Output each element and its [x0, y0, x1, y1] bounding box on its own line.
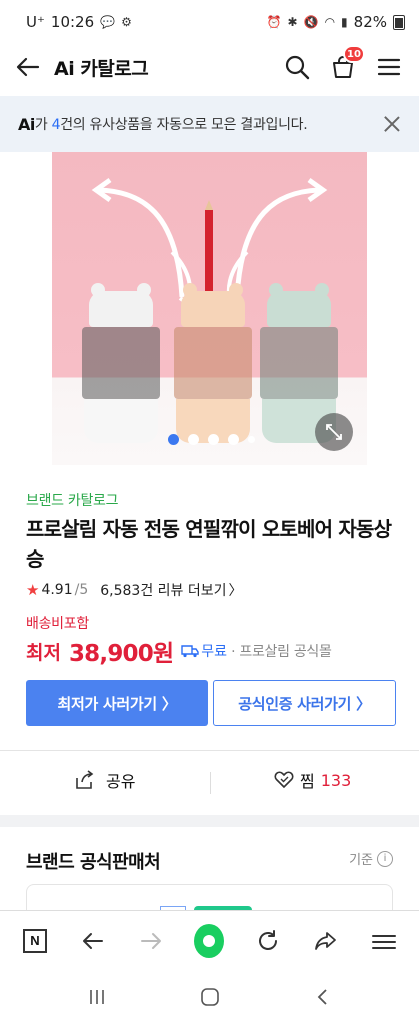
chevron-right-icon: 〉: [228, 583, 243, 599]
carousel-dot[interactable]: [248, 436, 255, 443]
system-nav-bar: [0, 970, 419, 1024]
share-icon: [76, 770, 94, 789]
seller-name: · 프로살림 공식몰: [231, 644, 332, 660]
ai-banner-suffix: 건의 유사상품을 자동으로 모은 결과입니다.: [60, 117, 308, 133]
ai-banner-prefix: 가: [34, 117, 52, 133]
mute-icon: 🔇: [303, 15, 319, 29]
buy-lowest-price-button[interactable]: 최저가 사러가기 〉: [26, 680, 208, 726]
browser-forward-icon[interactable]: [136, 926, 166, 956]
price-label: 최저: [26, 641, 61, 664]
product-title: 프로살림 자동 전동 연필깎이 오토베어 자동상승: [26, 517, 392, 571]
action-separator: [210, 772, 211, 794]
ai-banner-text: 가 4건의 유사상품을 자동으로 모은 결과입니다.: [35, 114, 381, 134]
clock: 10:26: [50, 13, 95, 31]
zzim-count: 133: [320, 770, 352, 790]
zzim-button[interactable]: 찜 133: [274, 768, 351, 792]
browser-share-icon[interactable]: [311, 926, 341, 956]
home-icon[interactable]: [190, 977, 230, 1017]
recent-apps-icon[interactable]: [77, 977, 117, 1017]
criteria-button[interactable]: 기준 i: [349, 849, 393, 868]
expand-icon[interactable]: [315, 413, 353, 451]
alarm-icon: ⏰: [266, 15, 282, 29]
review-link[interactable]: 6,583건 리뷰 더보기: [100, 580, 226, 600]
battery-level: 82%: [353, 13, 387, 31]
rating-value: 4.91: [41, 582, 73, 598]
rating-max: /5: [74, 582, 89, 598]
criteria-label: 기준: [349, 853, 373, 868]
carousel-dot[interactable]: [168, 434, 179, 445]
sharpener-peach: [174, 283, 252, 443]
official-seller-section-title: 브랜드 공식판매처: [26, 852, 161, 873]
info-icon: i: [377, 850, 393, 867]
ai-result-banner: Ai 가 4건의 유사상품을 자동으로 모은 결과입니다.: [0, 96, 419, 152]
ai-banner-count: 4: [51, 117, 61, 133]
nav-back-icon[interactable]: [303, 977, 343, 1017]
status-right: ⏰ ✱ 🔇 ◠ ▮ 82%: [267, 13, 405, 31]
heart-icon: [274, 771, 294, 789]
rating-row: ★ 4.91 /5 6,583건 리뷰 더보기 〉: [26, 580, 243, 600]
browser-back-icon[interactable]: [78, 926, 108, 956]
divider: [0, 750, 419, 751]
share-button[interactable]: 공유: [74, 768, 135, 792]
free-shipping-label: 무료: [201, 644, 228, 660]
browser-menu-icon[interactable]: [369, 926, 399, 956]
cart-count-badge: 10: [343, 45, 365, 63]
carousel-dot[interactable]: [188, 434, 199, 445]
ai-mark: Ai: [18, 114, 35, 134]
cart-button[interactable]: 10: [327, 45, 365, 83]
section-gap: [0, 815, 419, 827]
truck-icon: [181, 645, 199, 658]
naver-n-icon[interactable]: N: [20, 926, 50, 956]
battery-icon: [393, 14, 405, 30]
status-bar: U⁺ 10:26 💬 ⚙ ⏰ ✱ 🔇 ◠ ▮ 82%: [0, 0, 419, 44]
search-icon[interactable]: [281, 51, 313, 83]
sharpener-white: [82, 283, 160, 443]
close-icon[interactable]: [381, 113, 403, 135]
notification-icon: ⚙: [121, 15, 132, 29]
app-header: Ai 카탈로그 10: [0, 44, 419, 90]
carousel-dot[interactable]: [208, 434, 219, 445]
browser-toolbar: N: [0, 910, 419, 970]
share-label: 공유: [106, 772, 136, 791]
status-left: U⁺ 10:26 💬 ⚙: [26, 13, 132, 31]
page-title: Ai 카탈로그: [54, 57, 149, 80]
price-row: 최저 38,900원 무료 · 프로살림 공식몰: [26, 634, 332, 668]
carousel-dots: [168, 434, 255, 445]
menu-icon[interactable]: [373, 51, 405, 83]
shipping-included-label: 배송비포함: [26, 616, 89, 632]
signal-icon: ▮: [341, 15, 348, 29]
carrier-label: U⁺: [26, 13, 45, 31]
back-arrow-icon[interactable]: [14, 53, 42, 81]
wifi-icon: ◠: [324, 15, 336, 29]
price-value: 38,900원: [68, 641, 174, 667]
talk-notification-icon: 💬: [100, 15, 116, 29]
carousel-dot[interactable]: [228, 434, 239, 445]
zzim-label: 찜: [300, 772, 315, 791]
naver-home-icon[interactable]: [194, 923, 225, 958]
product-image-carousel[interactable]: [52, 152, 367, 465]
buy-official-button[interactable]: 공식인증 사러가기 〉: [213, 680, 396, 726]
star-icon: ★: [26, 581, 40, 599]
bluetooth-icon: ✱: [287, 15, 298, 29]
refresh-icon[interactable]: [253, 926, 283, 956]
pencil-graphic: [205, 200, 213, 302]
brand-catalog-label[interactable]: 브랜드 카탈로그: [26, 490, 119, 510]
